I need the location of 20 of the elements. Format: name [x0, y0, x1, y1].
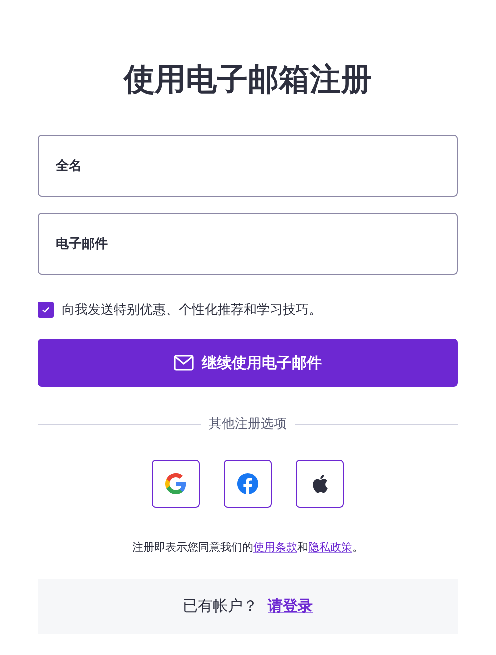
page-title: 使用电子邮箱注册 [122, 61, 373, 100]
privacy-link[interactable]: 隐私政策 [308, 541, 352, 554]
check-icon [41, 305, 51, 315]
login-link[interactable]: 请登录 [268, 597, 313, 616]
terms-link[interactable]: 使用条款 [254, 541, 298, 554]
facebook-logo-icon [237, 473, 259, 495]
mail-icon [174, 355, 194, 371]
apple-logo-icon [311, 474, 329, 494]
input-field[interactable]: 电子邮件 [38, 213, 458, 275]
continue-button[interactable]: 继续使用电子邮件 [38, 339, 458, 387]
facebook-button[interactable] [224, 460, 272, 508]
checkbox[interactable] [38, 302, 54, 318]
login-prompt: 已有帐户？ [183, 597, 258, 616]
divider-label: 其他注册选项 [209, 416, 287, 433]
google-button[interactable] [152, 460, 200, 508]
terms-text: 注册即表示您同意我们的使用条款和隐私政策。 [132, 540, 364, 555]
google-logo-icon [165, 473, 187, 495]
input-field[interactable]: 全名 [38, 135, 458, 197]
apple-button[interactable] [296, 460, 344, 508]
checkbox-label: 向我发送特别优惠、个性化推荐和学习技巧。 [62, 302, 322, 319]
